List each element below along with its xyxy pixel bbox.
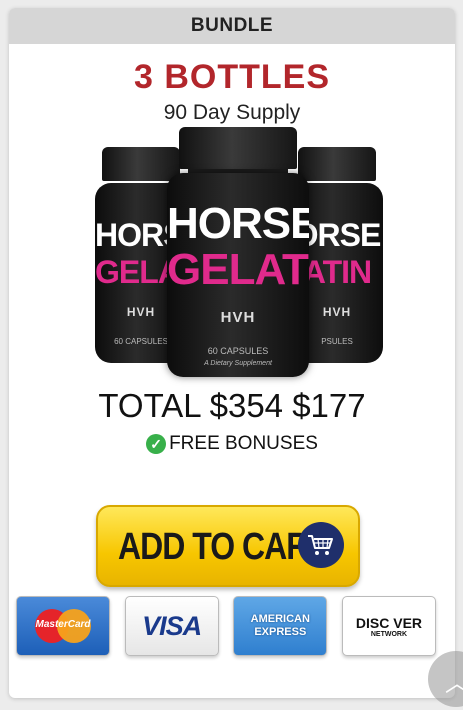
mastercard-logo: MasterCard	[16, 596, 110, 656]
bundle-header: BUNDLE	[9, 8, 455, 44]
bottle-center-tagline: A Dietary Supplement	[204, 360, 272, 367]
check-circle-icon: ✓	[146, 434, 167, 454]
bottle-center-word1: HORSE	[167, 199, 309, 248]
bottle-center-logo: HVH	[220, 309, 256, 326]
offer-subtitle: 90 Day Supply	[163, 101, 301, 124]
bottle-center-capsules: 60 CAPSULES	[207, 346, 269, 356]
payment-methods: MasterCard VISA AMERICAN EXPRESS DISC VE…	[16, 596, 436, 656]
bottle-center: HORSE GELATIN HVH 60 CAPSULES A Dietary …	[167, 127, 309, 377]
amex-line2: EXPRESS	[254, 626, 307, 638]
discover-text: DISC VER	[355, 614, 423, 631]
add-to-cart-label: ADD TO CART	[118, 523, 328, 567]
original-price: $354	[209, 387, 284, 424]
bundle-card: BUNDLE 3 BOTTLES 90 Day Supply HORSE GEL…	[9, 8, 455, 698]
total-price: TOTAL $354 $177	[9, 387, 455, 425]
shopping-cart-icon	[298, 522, 344, 568]
add-to-cart-button[interactable]: ADD TO CART	[96, 505, 360, 587]
mastercard-text: MasterCard	[35, 619, 91, 630]
amex-logo: AMERICAN EXPRESS	[233, 596, 328, 656]
discover-network: NETWORK	[370, 630, 408, 638]
total-label: TOTAL	[98, 387, 201, 424]
offer-title: 3 BOTTLES	[133, 58, 331, 96]
discover-logo: DISC VER NETWORK	[341, 596, 436, 656]
bonus-text: FREE BONUSES	[169, 433, 318, 454]
visa-logo: VISA	[124, 596, 219, 656]
sale-price: $177	[292, 387, 366, 424]
chevron-up-icon: ︿	[445, 663, 463, 698]
amex-line1: AMERICAN	[250, 613, 310, 625]
free-bonuses: ✓ FREE BONUSES	[9, 433, 455, 455]
bottle-center-word2: GELATIN	[167, 245, 309, 294]
product-image: HORSE GELATI HVH 60 CAPSULES ORSE ATIN H…	[9, 127, 455, 387]
